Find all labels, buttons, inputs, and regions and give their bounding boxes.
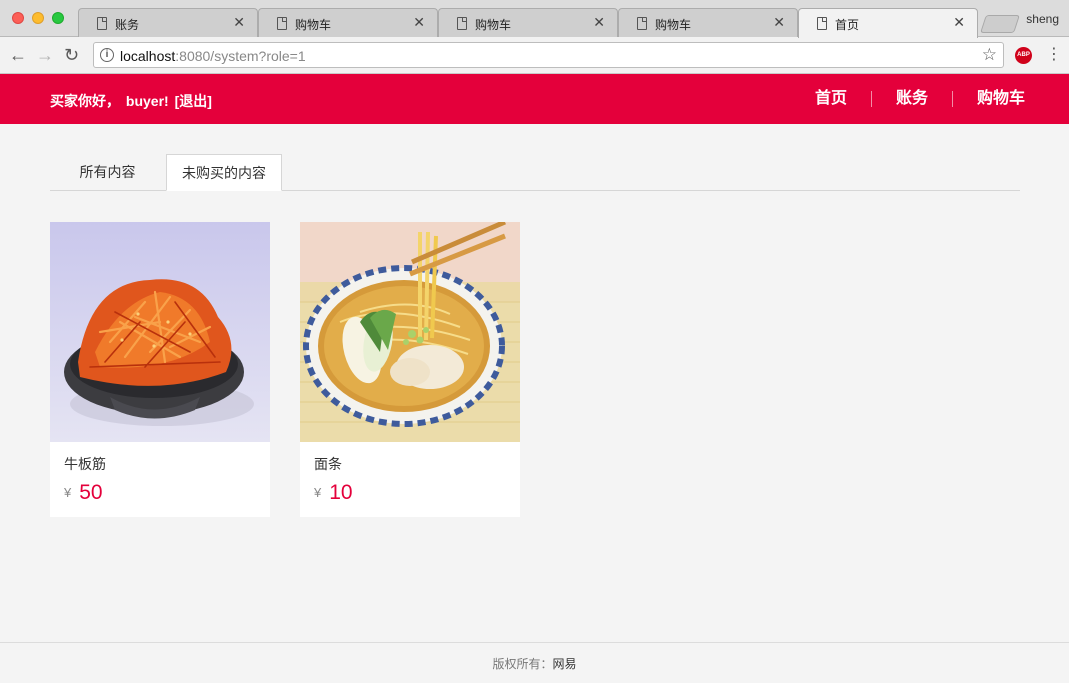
nav-accounts[interactable]: 账务	[872, 89, 952, 109]
product-name: 面条	[314, 456, 342, 472]
info-icon[interactable]: i	[100, 48, 114, 62]
profile-name[interactable]: sheng	[1026, 12, 1059, 26]
greeting: 买家你好， buyer! [退出]	[50, 91, 214, 111]
adblock-icon[interactable]: ABP	[1015, 47, 1032, 64]
tab-title: 账务	[115, 18, 140, 32]
browser-tab-1[interactable]: 账务 ✕	[78, 8, 258, 37]
close-tab-icon[interactable]: ✕	[593, 14, 605, 31]
close-tab-icon[interactable]: ✕	[953, 14, 965, 31]
document-icon	[637, 17, 647, 30]
currency-symbol: ¥	[314, 485, 322, 500]
address-bar[interactable]: i localhost:8080/system?role=1 ☆	[93, 42, 1004, 68]
close-tab-icon[interactable]: ✕	[773, 14, 785, 31]
currency-symbol: ¥	[64, 485, 72, 500]
product-price: ¥50	[64, 481, 103, 505]
browser-tab-4[interactable]: 购物车 ✕	[618, 8, 798, 37]
browser-tab-5-active[interactable]: 首页 ✕	[798, 8, 978, 38]
price-amount: 50	[79, 481, 103, 504]
product-name: 牛板筋	[64, 456, 106, 472]
browser-tabstrip: 账务 ✕ 购物车 ✕ 购物车 ✕ 购物车 ✕ 首页 ✕ sheng	[0, 0, 1069, 38]
document-icon	[817, 17, 827, 30]
maximize-window-button[interactable]	[52, 12, 64, 24]
logout-link[interactable]: [退出]	[175, 93, 212, 109]
document-icon	[457, 17, 467, 30]
tab-title: 首页	[835, 18, 860, 32]
tab-unbought-content[interactable]: 未购买的内容	[166, 154, 282, 191]
new-tab-button[interactable]	[980, 15, 1020, 33]
tab-title: 购物车	[475, 18, 512, 32]
copyright-label: 版权所有：	[492, 657, 553, 671]
nav-home[interactable]: 首页	[791, 89, 871, 109]
tab-all-content[interactable]: 所有内容	[50, 154, 165, 191]
product-card[interactable]: 牛板筋 ¥50	[50, 222, 270, 517]
content-filter-tabs: 所有内容 未购买的内容	[50, 154, 1020, 191]
copyright-brand: 网易	[552, 657, 577, 671]
site-footer: 版权所有：网易	[0, 642, 1069, 683]
url-path: :8080/system?role=1	[175, 48, 306, 64]
close-tab-icon[interactable]: ✕	[233, 14, 245, 31]
document-icon	[97, 17, 107, 30]
product-card[interactable]: 面条 ¥10	[300, 222, 520, 517]
minimize-window-button[interactable]	[32, 12, 44, 24]
browser-tab-3[interactable]: 购物车 ✕	[438, 8, 618, 37]
browser-tab-2[interactable]: 购物车 ✕	[258, 8, 438, 37]
menu-icon[interactable]: ⋮	[1046, 46, 1062, 64]
star-icon[interactable]: ☆	[982, 45, 997, 65]
price-amount: 10	[329, 481, 353, 504]
greeting-prefix: 买家你好，	[50, 93, 120, 109]
document-icon	[277, 17, 287, 30]
close-window-button[interactable]	[12, 12, 24, 24]
product-image[interactable]	[300, 222, 520, 442]
forward-icon[interactable]: →	[36, 45, 54, 65]
username: buyer!	[125, 93, 169, 109]
browser-toolbar: ← → ↻ i localhost:8080/system?role=1 ☆ A…	[0, 37, 1069, 74]
url-text[interactable]: localhost:8080/system?role=1	[120, 48, 306, 64]
site-nav: 首页 账务 购物车	[791, 89, 1025, 109]
tab-title: 购物车	[655, 18, 692, 32]
url-host: localhost	[120, 48, 176, 64]
close-tab-icon[interactable]: ✕	[413, 14, 425, 31]
product-price: ¥10	[314, 481, 353, 505]
site-header: 买家你好， buyer! [退出] 首页 账务 购物车	[0, 74, 1069, 124]
reload-icon[interactable]: ↻	[64, 45, 79, 65]
product-image[interactable]	[50, 222, 270, 442]
back-icon[interactable]: ←	[9, 45, 27, 65]
nav-cart[interactable]: 购物车	[953, 89, 1025, 109]
tab-title: 购物车	[295, 18, 332, 32]
